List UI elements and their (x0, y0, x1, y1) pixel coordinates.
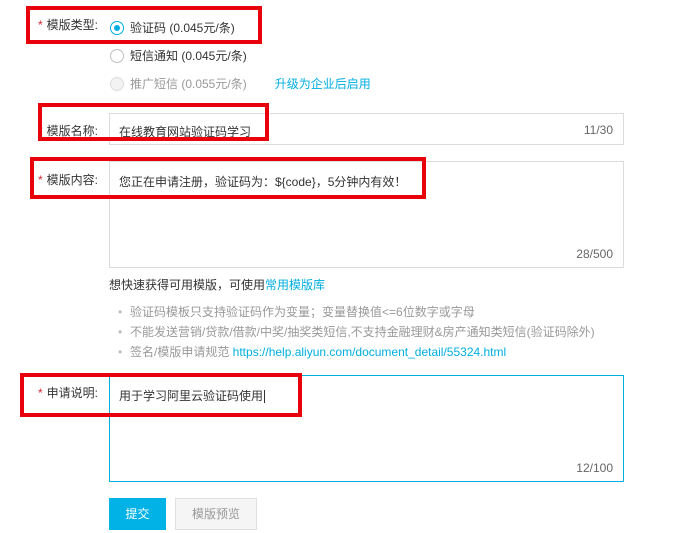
rule-text: 不能发送营销/贷款/借款/中奖/抽奖类短信,不支持金融理财&房产通知类短信(验证… (130, 325, 595, 339)
radio-option-promotion: 推广短信 (0.055元/条) 升级为企业后启用 (110, 75, 371, 92)
application-note-counter: 12/100 (576, 461, 613, 475)
highlight-box-template-content (30, 157, 426, 199)
radio-label: 推广短信 (0.055元/条) (130, 77, 247, 91)
radio-label: 短信通知 (0.045元/条) (130, 49, 247, 63)
radio-option-notification[interactable]: 短信通知 (0.045元/条) (110, 47, 247, 64)
spec-link[interactable]: https://help.aliyun.com/document_detail/… (233, 345, 507, 359)
highlight-box-application-note (20, 373, 302, 417)
upgrade-link[interactable]: 升级为企业后启用 (275, 75, 371, 92)
rule-text: 验证码模板只支持验证码作为变量；变量替换值<=6位数字或字母 (130, 305, 475, 319)
template-name-counter: 11/30 (583, 123, 613, 137)
highlight-box-template-type (26, 6, 262, 44)
template-content-counter: 28/500 (576, 247, 613, 261)
highlight-box-template-name (38, 103, 269, 141)
quick-tip: 想快速获得可用模版，可使用常用模版库 (109, 276, 325, 293)
quick-tip-text: 想快速获得可用模版，可使用 (109, 278, 266, 292)
radio-unchecked-icon[interactable] (110, 48, 124, 63)
rule-item: 签名/模版申请规范 https://help.aliyun.com/docume… (118, 342, 595, 362)
rules-list: 验证码模板只支持验证码作为变量；变量替换值<=6位数字或字母 不能发送营销/贷款… (118, 302, 595, 362)
rule-text: 签名/模版申请规范 (130, 345, 233, 359)
radio-disabled-icon (110, 76, 124, 91)
submit-button[interactable]: 提交 (109, 498, 166, 530)
rule-item: 验证码模板只支持验证码作为变量；变量替换值<=6位数字或字母 (118, 302, 595, 322)
template-library-link[interactable]: 常用模版库 (265, 278, 325, 292)
preview-button: 模版预览 (175, 498, 257, 530)
rule-item: 不能发送营销/贷款/借款/中奖/抽奖类短信,不支持金融理财&房产通知类短信(验证… (118, 322, 595, 342)
